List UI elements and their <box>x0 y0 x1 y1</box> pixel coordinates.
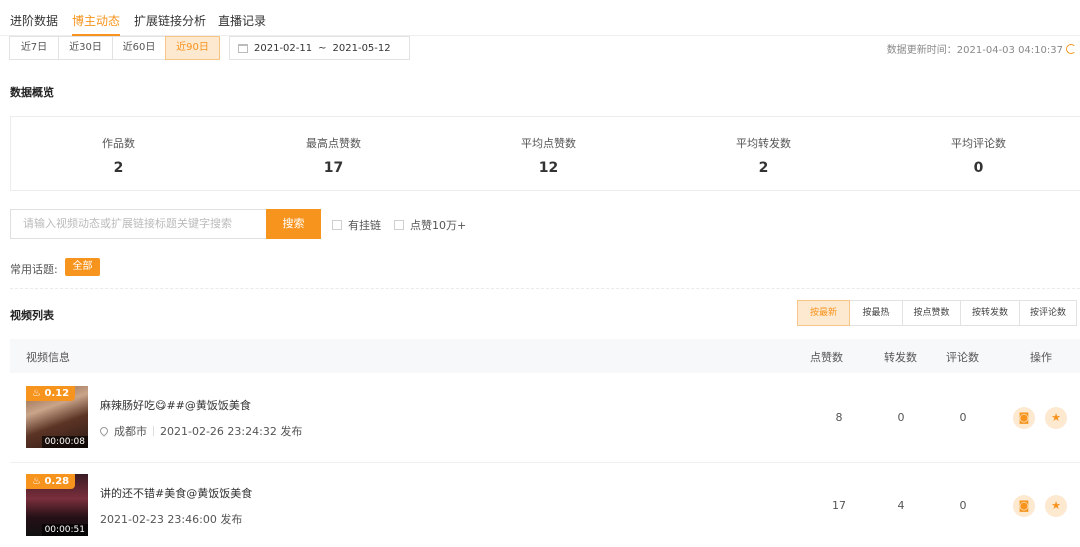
refresh-icon[interactable] <box>1066 43 1076 54</box>
table-row[interactable]: ♨ 0.28 00:00:51 讲的还不错#美食@黄饭饭美食 2021-02-2… <box>10 462 1080 547</box>
video-list-title: 视频列表 <box>10 309 54 322</box>
tab-blogger-activity[interactable]: 博主动态 <box>72 12 121 36</box>
date-start: 2021-02-11 <box>254 42 313 54</box>
tab-bar: 进阶数据 博主动态 扩展链接分析 直播记录 <box>0 0 1080 36</box>
likes-count: 17 <box>832 499 846 512</box>
comments-count: 0 <box>959 411 967 424</box>
shares-count: 4 <box>897 499 905 512</box>
header-likes[interactable]: 点赞数 <box>810 349 843 365</box>
video-title[interactable]: 麻辣肠好吃😋##@黄饭饭美食 <box>100 397 251 413</box>
location-pin-icon <box>98 425 110 437</box>
fire-icon: ♨ <box>32 388 41 399</box>
filter-likes-100k[interactable]: 点赞10万+ <box>394 217 466 233</box>
likes-count: 8 <box>835 411 843 424</box>
star-icon[interactable]: ★ <box>1045 495 1067 517</box>
overview-item-avg-comments: 平均评论数 0 <box>871 117 1080 190</box>
overview-value: 17 <box>323 160 344 176</box>
common-topics-label: 常用话题: <box>10 263 58 276</box>
date-end: 2021-05-12 <box>332 42 391 54</box>
video-location: 成都市 <box>114 425 147 438</box>
sort-hottest-button[interactable]: 按最热 <box>849 300 903 326</box>
sort-newest-button[interactable]: 按最新 <box>797 300 850 326</box>
sort-comments-button[interactable]: 按评论数 <box>1019 300 1077 326</box>
comments-count: 0 <box>959 499 967 512</box>
video-duration: 00:00:51 <box>41 524 88 536</box>
checkbox-likes-100k[interactable] <box>394 220 404 230</box>
overview-label: 平均点赞数 <box>521 137 576 150</box>
checkbox-has-link[interactable] <box>332 220 342 230</box>
tab-advanced-data[interactable]: 进阶数据 <box>10 12 58 36</box>
overview-value: 0 <box>973 160 984 176</box>
overview-item-avg-likes: 平均点赞数 12 <box>441 117 656 190</box>
video-thumbnail[interactable]: ♨ 0.12 00:00:08 <box>26 386 88 448</box>
overview-panel: 作品数 2 最高点赞数 17 平均点赞数 12 平均转发数 2 平均评论数 0 <box>10 116 1080 191</box>
camera-icon[interactable]: ◙ <box>1013 495 1035 517</box>
header-operations: 操作 <box>1030 351 1052 364</box>
video-title[interactable]: 讲的还不错#美食@黄饭饭美食 <box>100 485 252 501</box>
header-shares[interactable]: 转发数 <box>884 349 917 365</box>
overview-label: 平均转发数 <box>736 137 791 150</box>
overview-title: 数据概览 <box>10 86 54 99</box>
search-input[interactable]: 请输入视频动态或扩展链接标题关键字搜索 <box>10 209 266 239</box>
hot-value: 0.28 <box>44 476 70 487</box>
video-publish-time: 2021-02-26 23:24:32 发布 <box>160 425 303 438</box>
overview-label: 最高点赞数 <box>306 137 361 150</box>
filter-has-link[interactable]: 有挂链 <box>332 217 381 233</box>
overview-value: 12 <box>538 160 559 176</box>
fire-icon: ♨ <box>32 476 41 487</box>
meta-separator <box>153 426 154 436</box>
overview-item-avg-shares: 平均转发数 2 <box>656 117 871 190</box>
video-meta: 2021-02-23 23:46:00 发布 <box>100 511 242 527</box>
update-time-text: 数据更新时间：2021-04-03 04:10:37 <box>886 45 1063 56</box>
date-range-picker[interactable]: 2021-02-11 ~ 2021-05-12 <box>229 36 410 60</box>
range-7d-button[interactable]: 近7日 <box>9 36 59 60</box>
tab-link-analysis[interactable]: 扩展链接分析 <box>134 12 206 36</box>
overview-value: 2 <box>113 160 124 176</box>
shares-count: 0 <box>897 411 905 424</box>
sort-shares-button[interactable]: 按转发数 <box>960 300 1020 326</box>
calendar-icon <box>238 43 248 53</box>
tab-live-records[interactable]: 直播记录 <box>218 12 266 36</box>
overview-label: 平均评论数 <box>951 137 1006 150</box>
hot-badge: ♨ 0.28 <box>26 474 76 489</box>
sort-likes-button[interactable]: 按点赞数 <box>902 300 961 326</box>
divider <box>10 288 1080 289</box>
header-video-info: 视频信息 <box>26 351 70 364</box>
overview-value: 2 <box>758 160 769 176</box>
date-separator: ~ <box>318 42 327 54</box>
video-duration: 00:00:08 <box>41 436 88 448</box>
topic-tag-all[interactable]: 全部 <box>65 258 100 276</box>
filter-likes-100k-label: 点赞10万+ <box>410 219 467 232</box>
overview-label: 作品数 <box>102 137 135 150</box>
video-thumbnail[interactable]: ♨ 0.28 00:00:51 <box>26 474 88 536</box>
update-time: 数据更新时间：2021-04-03 04:10:37 <box>887 41 1076 56</box>
search-button[interactable]: 搜索 <box>266 209 321 239</box>
table-row[interactable]: ♨ 0.12 00:00:08 麻辣肠好吃😋##@黄饭饭美食 成都市 2021-… <box>10 374 1080 462</box>
table-header: 视频信息 点赞数 转发数 评论数 操作 <box>10 339 1080 373</box>
overview-item-max-likes: 最高点赞数 17 <box>226 117 441 190</box>
sort-buttons: 按最新 按最热 按点赞数 按转发数 按评论数 <box>797 300 1077 326</box>
video-publish-time: 2021-02-23 23:46:00 发布 <box>100 513 243 526</box>
range-90d-button[interactable]: 近90日 <box>165 36 220 60</box>
filter-has-link-label: 有挂链 <box>348 219 381 232</box>
star-icon[interactable]: ★ <box>1045 407 1067 429</box>
hot-badge: ♨ 0.12 <box>26 386 76 401</box>
camera-icon[interactable]: ◙ <box>1013 407 1035 429</box>
date-range-quick-buttons: 近7日 近30日 近60日 近90日 <box>9 36 220 60</box>
overview-item-works: 作品数 2 <box>11 117 226 190</box>
range-60d-button[interactable]: 近60日 <box>112 36 166 60</box>
range-30d-button[interactable]: 近30日 <box>58 36 113 60</box>
header-comments[interactable]: 评论数 <box>946 349 979 365</box>
hot-value: 0.12 <box>44 388 70 399</box>
video-meta: 成都市 2021-02-26 23:24:32 发布 <box>98 423 303 439</box>
